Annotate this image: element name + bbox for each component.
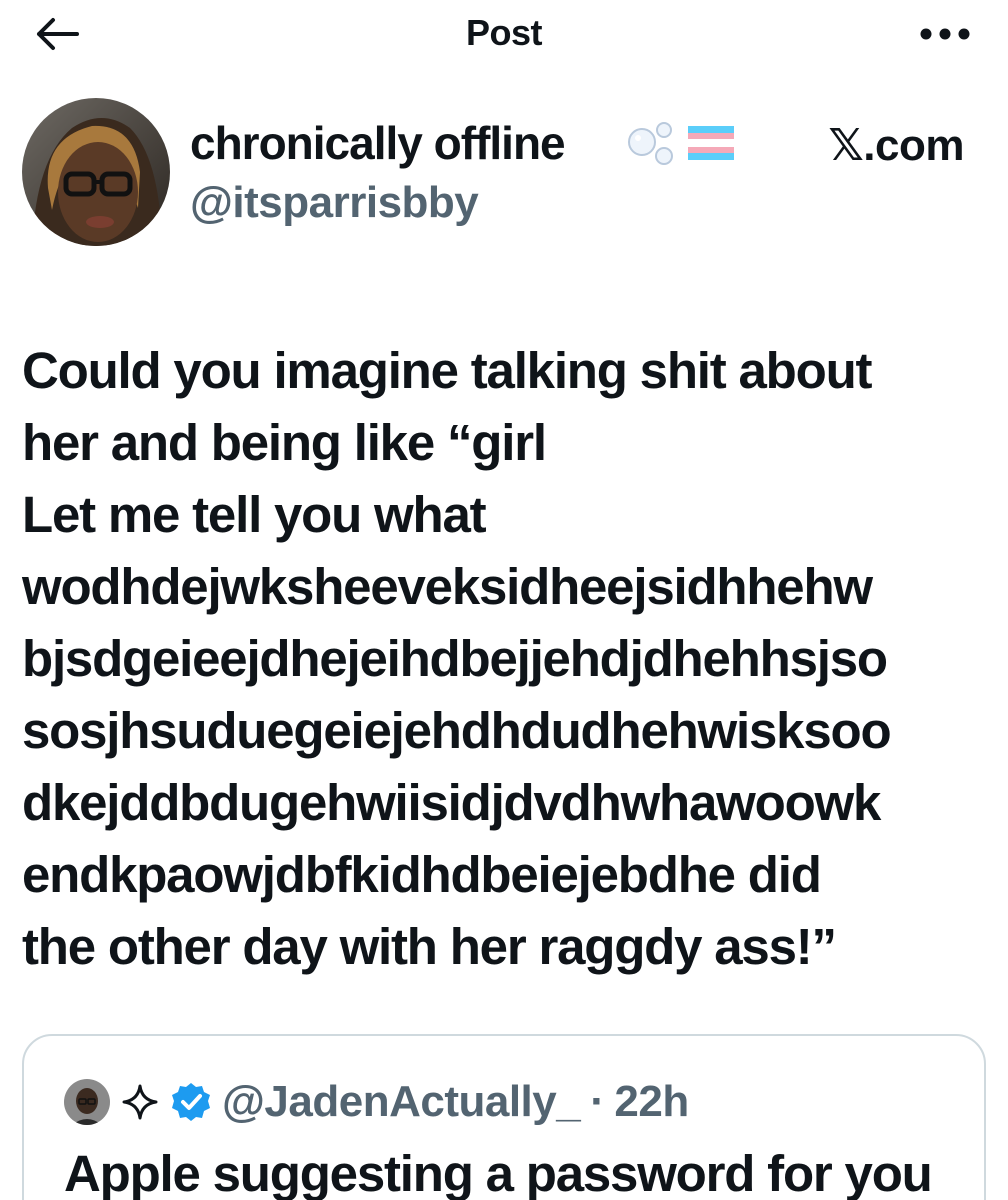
source-label: 𝕏.com — [828, 121, 964, 170]
avatar-image — [22, 98, 170, 246]
transgender-flag-emoji — [688, 126, 734, 160]
post-text-line: sosjhsuduegeiejehdhdudhehwisksoo — [22, 702, 892, 759]
sparkle-icon — [122, 1084, 158, 1120]
post-text-line: Let me tell you what — [22, 486, 487, 543]
verified-badge-icon — [172, 1083, 210, 1121]
avatar[interactable] — [22, 98, 170, 246]
quoted-post-header: @JadenActually_ · 22h — [64, 1074, 689, 1130]
post-text: Could you imagine talking shit about her… — [22, 335, 997, 983]
quoted-post-card[interactable]: @JadenActually_ · 22h Apple suggesting a… — [22, 1034, 986, 1200]
top-bar: Post — [0, 0, 1008, 70]
post-text-line: the other day with her raggdy ass!” — [22, 918, 837, 975]
quoted-post-avatar[interactable] — [64, 1079, 110, 1125]
post-text-line: bjsdgeieejdhejeihdbejjehdjdhehhsjso — [22, 630, 888, 687]
bubbles-emoji — [628, 122, 673, 165]
post-text-line: endkpaowjdbfkidhdbeiejebdhe did — [22, 846, 822, 903]
quoted-post-text: Apple suggesting a password for you — [64, 1145, 933, 1200]
name-emojis — [624, 120, 734, 166]
quoted-post-time: 22h — [614, 1077, 689, 1126]
author-handle[interactable]: @itsparrisbby — [190, 178, 479, 228]
post-text-line: Could you imagine talking shit about — [22, 342, 873, 399]
post-text-line: wodhdejwksheeveksidheejsidhhehw — [22, 558, 873, 615]
quoted-avatar-image — [64, 1079, 110, 1125]
display-name[interactable]: chronically offline — [190, 116, 566, 170]
quoted-post-separator: · — [590, 1077, 605, 1126]
quoted-post-handle[interactable]: @JadenActually_ — [222, 1077, 581, 1127]
post-text-line: dkejddbdugehwiisidjdvdhwhawoowk — [22, 774, 881, 831]
post-text-line: her and being like “girl — [22, 414, 547, 471]
more-horizontal-icon — [920, 28, 970, 40]
more-options-button[interactable] — [918, 22, 972, 46]
page-title: Post — [465, 12, 543, 53]
